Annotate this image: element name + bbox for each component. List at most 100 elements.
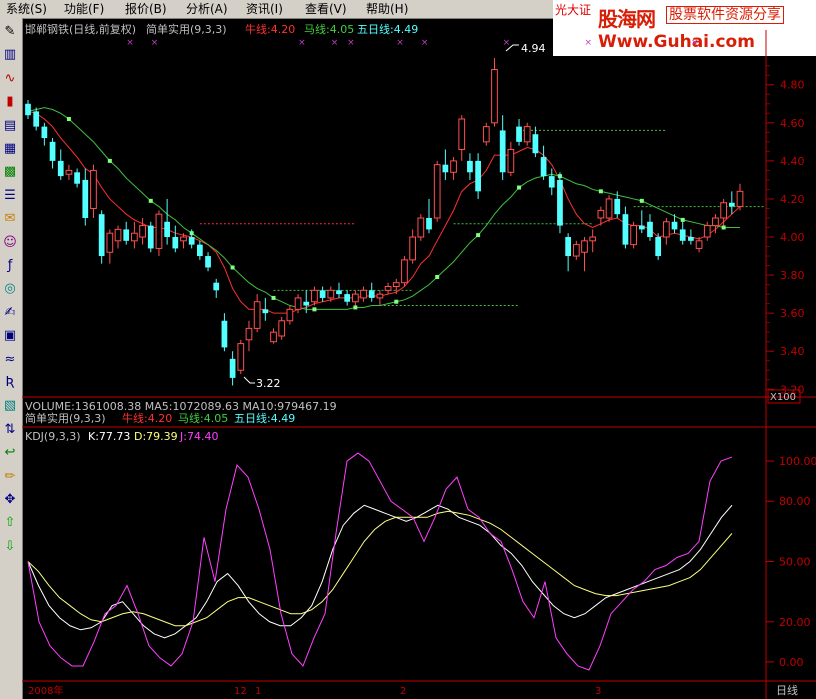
price-tick-label: 3.80: [780, 269, 805, 282]
price-tick-label: 4.00: [780, 231, 805, 244]
date-label-2: 2: [400, 686, 406, 697]
candle: [409, 229, 417, 264]
candle-body-up: [433, 164, 441, 219]
candle-body-down: [688, 237, 694, 241]
signal-marker: ×: [396, 38, 404, 48]
kdj-tick-label: 80.00: [779, 495, 811, 508]
candle-body-down: [25, 103, 31, 116]
candle: [572, 240, 580, 260]
candle-body-down: [49, 141, 56, 161]
date-label-3: 3: [595, 686, 601, 697]
candle-body-down: [557, 179, 563, 226]
signal-marker: ×: [503, 38, 511, 48]
candle: [638, 210, 645, 234]
candle: [384, 282, 392, 295]
candle-body-up: [327, 289, 335, 299]
candle-body-down: [548, 176, 555, 188]
candle-body-down: [147, 225, 154, 249]
candle-body-up: [523, 126, 531, 143]
candle-body-down: [41, 126, 48, 139]
candle: [679, 221, 686, 245]
candle-body-down: [33, 111, 40, 127]
candle: [605, 195, 613, 222]
candle-body-down: [123, 229, 130, 241]
candle-body-up: [245, 327, 253, 341]
ma-line-marker: [721, 225, 726, 230]
candle-body-down: [622, 214, 629, 245]
candle: [155, 210, 163, 257]
candle-body-up: [491, 69, 498, 124]
candle-body-up: [237, 343, 245, 371]
candle-body-up: [703, 225, 711, 238]
candle: [368, 282, 375, 302]
sub-five-day-line-value: 五日线:4.49: [234, 411, 295, 425]
candle-body-down: [221, 320, 228, 348]
candle: [426, 198, 432, 234]
candle: [213, 278, 220, 298]
candle: [319, 286, 326, 302]
candle-body-up: [589, 236, 597, 242]
period-label[interactable]: 日线: [776, 683, 798, 697]
candle: [74, 168, 80, 188]
candle: [205, 252, 211, 272]
candle: [376, 290, 384, 306]
ma-line-marker: [517, 185, 522, 190]
candle-body-down: [344, 294, 351, 302]
candle: [442, 149, 449, 180]
candle: [123, 221, 130, 245]
candle-body-up: [360, 289, 367, 299]
ma-line: [27, 107, 740, 310]
candle: [245, 320, 253, 352]
candle: [114, 225, 122, 249]
main-price-grid: 4.804.604.404.204.003.803.603.403.20: [766, 65, 805, 396]
candle-body-up: [736, 190, 744, 208]
ma-line-value: 马线:4.05: [304, 22, 354, 36]
ma-line-marker: [312, 307, 317, 312]
candle-body-down: [368, 290, 375, 298]
price-tick-label: 3.40: [780, 345, 805, 358]
candle: [33, 107, 40, 131]
candle: [147, 221, 154, 253]
candle: [467, 153, 473, 180]
candle: [581, 237, 588, 272]
candle: [647, 214, 653, 241]
candle-body-up: [605, 198, 613, 219]
candle: [82, 168, 89, 226]
candle: [401, 256, 408, 287]
candle: [557, 172, 563, 234]
ma-line-marker: [148, 198, 153, 203]
candle: [516, 119, 522, 146]
candle: [507, 141, 515, 177]
candle-body-up: [417, 217, 425, 238]
date-label-1: 1: [255, 686, 261, 697]
candle-body-up: [597, 209, 605, 219]
candle: [65, 164, 73, 180]
candle: [622, 206, 629, 249]
signal-marker: ×: [126, 38, 134, 48]
ma-line-marker: [435, 274, 440, 279]
candle-body-up: [458, 118, 466, 150]
candle: [172, 225, 179, 253]
candle-body-down: [475, 160, 481, 192]
candle-body-up: [450, 160, 457, 173]
ma-line-marker: [107, 158, 112, 163]
candle-body-down: [442, 164, 449, 173]
five-day-line-value: 五日线:4.49: [357, 22, 418, 36]
signal-marker: ×: [421, 38, 429, 48]
candle-body-down: [614, 198, 621, 215]
candle: [164, 198, 170, 245]
candle-body-down: [638, 225, 645, 230]
stock-chart: 4.804.604.404.204.003.803.603.403.20 100…: [22, 22, 816, 699]
candle-body-down: [74, 172, 80, 184]
candle: [196, 240, 203, 260]
candle: [417, 214, 425, 241]
sub-ma-line-value: 马线:4.05: [178, 411, 228, 425]
candle-body-up: [106, 232, 114, 253]
candle-body-up: [720, 202, 727, 219]
candle-body-up: [131, 232, 138, 242]
candle-body-up: [409, 236, 417, 261]
candle-body-down: [213, 282, 220, 291]
candle-body-up: [376, 293, 384, 299]
signal-marker: ×: [331, 38, 339, 48]
candle-body-up: [384, 286, 392, 291]
